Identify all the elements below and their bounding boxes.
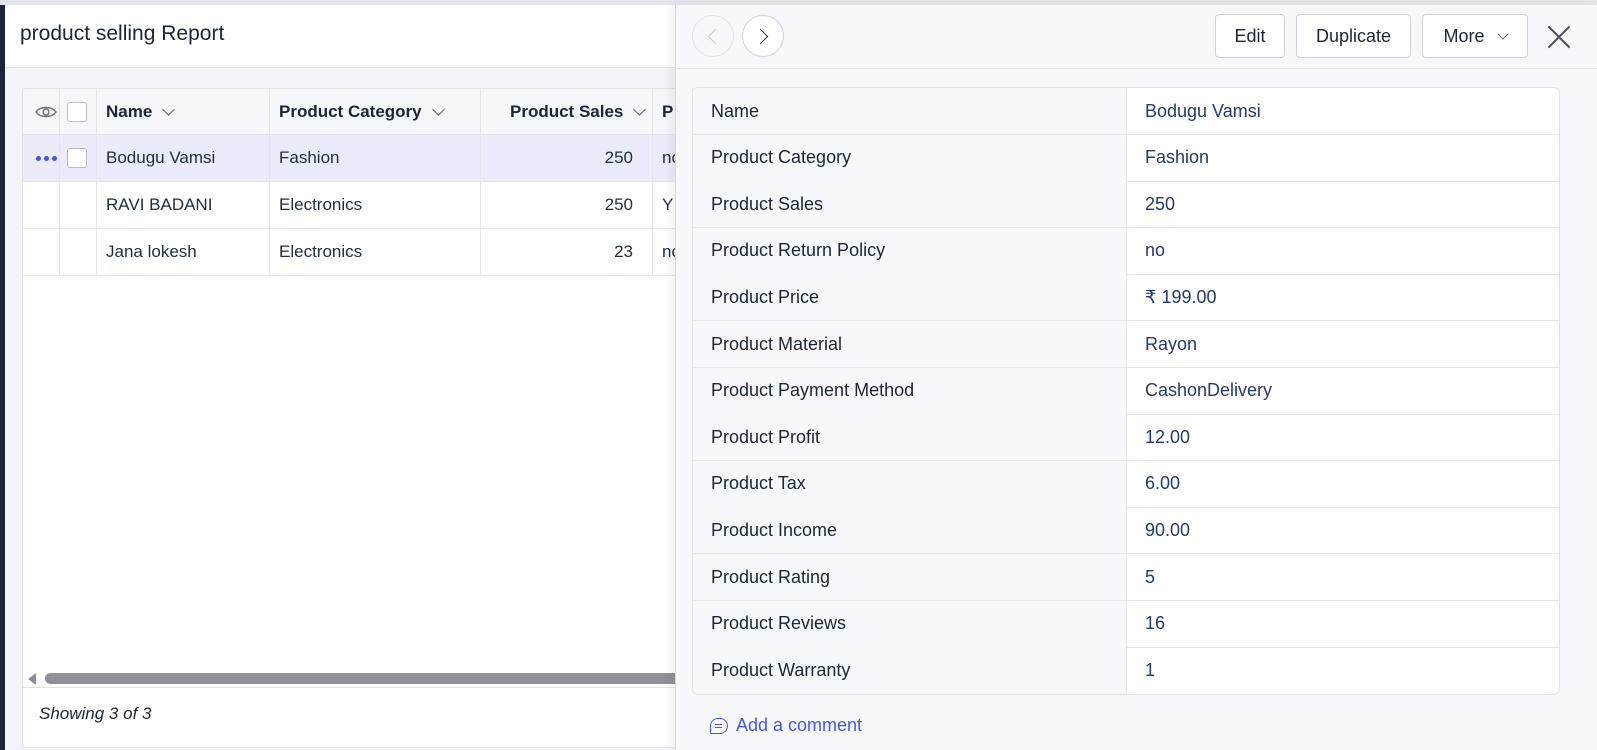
detail-label: Product Reviews (693, 600, 1127, 647)
chevron-down-icon (162, 102, 176, 116)
comment-icon (710, 717, 728, 734)
column-name-label: Name (106, 101, 153, 121)
report-grid: Name Product Category Product Sales P Bo… (22, 88, 702, 748)
column-header-partial[interactable]: P (662, 89, 673, 134)
detail-row: Product Reviews 16 (693, 600, 1559, 648)
detail-row: Product Rating 5 (693, 554, 1559, 601)
detail-value: 5 (1145, 566, 1156, 587)
detail-row: Product Payment Method CashonDelivery (693, 367, 1559, 415)
detail-value: 90.00 (1145, 519, 1191, 540)
add-comment-link[interactable]: Add a comment (710, 715, 862, 736)
grid-header-row: Name Product Category Product Sales P (23, 89, 701, 135)
table-row[interactable]: Jana lokesh Electronics 23 no (23, 229, 701, 276)
grid-footer: Showing 3 of 3 (23, 687, 701, 747)
detail-label: Product Sales (693, 181, 1127, 228)
detail-label: Product Return Policy (693, 227, 1127, 274)
more-button[interactable]: More (1422, 14, 1528, 58)
detail-row: Product Return Policy no (693, 227, 1559, 275)
previous-record-button[interactable] (692, 15, 734, 57)
drawer-toolbar: Edit Duplicate More (676, 5, 1597, 69)
chevron-down-icon (1496, 27, 1509, 40)
detail-row: Product Income 90.00 (693, 507, 1559, 555)
detail-row: Product Price ₹ 199.00 (693, 274, 1559, 322)
detail-value: 250 (1145, 193, 1176, 214)
detail-label: Product Rating (693, 554, 1127, 600)
detail-row: Product Tax 6.00 (693, 460, 1559, 508)
next-record-button[interactable] (742, 15, 784, 57)
cell-partial: Y (662, 195, 674, 214)
column-partial-label: P (662, 101, 674, 121)
duplicate-button[interactable]: Duplicate (1296, 14, 1411, 58)
detail-value: Bodugu Vamsi (1145, 100, 1261, 121)
select-all-checkbox[interactable] (67, 101, 87, 122)
page-title: product selling Report (20, 22, 225, 45)
detail-row: Product Material Rayon (693, 321, 1559, 368)
detail-row: Product Category Fashion (693, 134, 1559, 182)
detail-row: Product Sales 250 (693, 181, 1559, 229)
horizontal-scrollbar[interactable] (23, 669, 701, 689)
detail-label: Product Income (693, 507, 1127, 554)
scrollbar-thumb[interactable] (45, 673, 701, 684)
cell-name: Jana lokesh (106, 242, 197, 261)
cell-name: Bodugu Vamsi (106, 148, 216, 167)
column-header-name[interactable]: Name (106, 89, 176, 134)
chevron-down-icon (431, 102, 445, 116)
record-detail-drawer: Edit Duplicate More Name Bodugu Vamsi Pr… (675, 5, 1597, 750)
column-category-label: Product Category (279, 101, 422, 121)
detail-label: Product Category (693, 134, 1127, 181)
close-icon[interactable] (1546, 24, 1572, 50)
column-header-sales[interactable]: Product Sales (510, 89, 647, 134)
detail-label: Product Material (693, 321, 1127, 367)
eye-icon[interactable] (31, 89, 61, 134)
cell-category: Electronics (279, 195, 363, 214)
scroll-left-arrow-icon[interactable] (28, 673, 36, 685)
cell-name: RAVI BADANI (106, 195, 213, 214)
chevron-down-icon (633, 102, 647, 116)
cell-category: Fashion (279, 148, 340, 167)
detail-value: ₹ 199.00 (1145, 286, 1217, 307)
detail-label: Product Payment Method (693, 367, 1127, 414)
detail-value: Fashion (1145, 147, 1210, 168)
detail-row: Product Warranty 1 (693, 647, 1559, 694)
record-details: Name Bodugu Vamsi Product Category Fashi… (692, 87, 1560, 695)
detail-label: Product Warranty (693, 647, 1127, 694)
detail-value: 1 (1145, 660, 1156, 681)
row-actions-icon[interactable] (31, 135, 61, 181)
cell-sales: 23 (614, 242, 633, 261)
detail-value: CashonDelivery (1145, 380, 1273, 401)
detail-value: 6.00 (1145, 473, 1181, 494)
detail-label: Product Profit (693, 414, 1127, 461)
detail-value: 16 (1145, 613, 1166, 634)
detail-label: Name (693, 88, 1127, 134)
detail-value: 12.00 (1145, 426, 1191, 447)
record-count: Showing 3 of 3 (39, 704, 152, 723)
table-row[interactable]: Bodugu Vamsi Fashion 250 no (23, 135, 701, 182)
detail-label: Product Tax (693, 460, 1127, 507)
cell-sales: 250 (604, 195, 633, 214)
chevron-left-icon (707, 28, 724, 44)
table-row[interactable]: RAVI BADANI Electronics 250 Y (23, 182, 701, 229)
detail-value: Rayon (1145, 333, 1198, 354)
detail-label: Product Price (693, 274, 1127, 321)
edit-button[interactable]: Edit (1215, 14, 1285, 58)
cell-sales: 250 (604, 148, 633, 167)
column-sales-label: Product Sales (510, 101, 624, 121)
add-comment-label: Add a comment (736, 715, 863, 735)
cell-category: Electronics (279, 242, 363, 261)
more-button-label: More (1443, 25, 1485, 46)
detail-row: Name Bodugu Vamsi (693, 88, 1559, 135)
column-header-category[interactable]: Product Category (279, 89, 445, 134)
row-checkbox[interactable] (67, 148, 87, 168)
detail-row: Product Profit 12.00 (693, 414, 1559, 462)
chevron-right-icon (752, 28, 769, 44)
detail-value: no (1145, 240, 1166, 261)
